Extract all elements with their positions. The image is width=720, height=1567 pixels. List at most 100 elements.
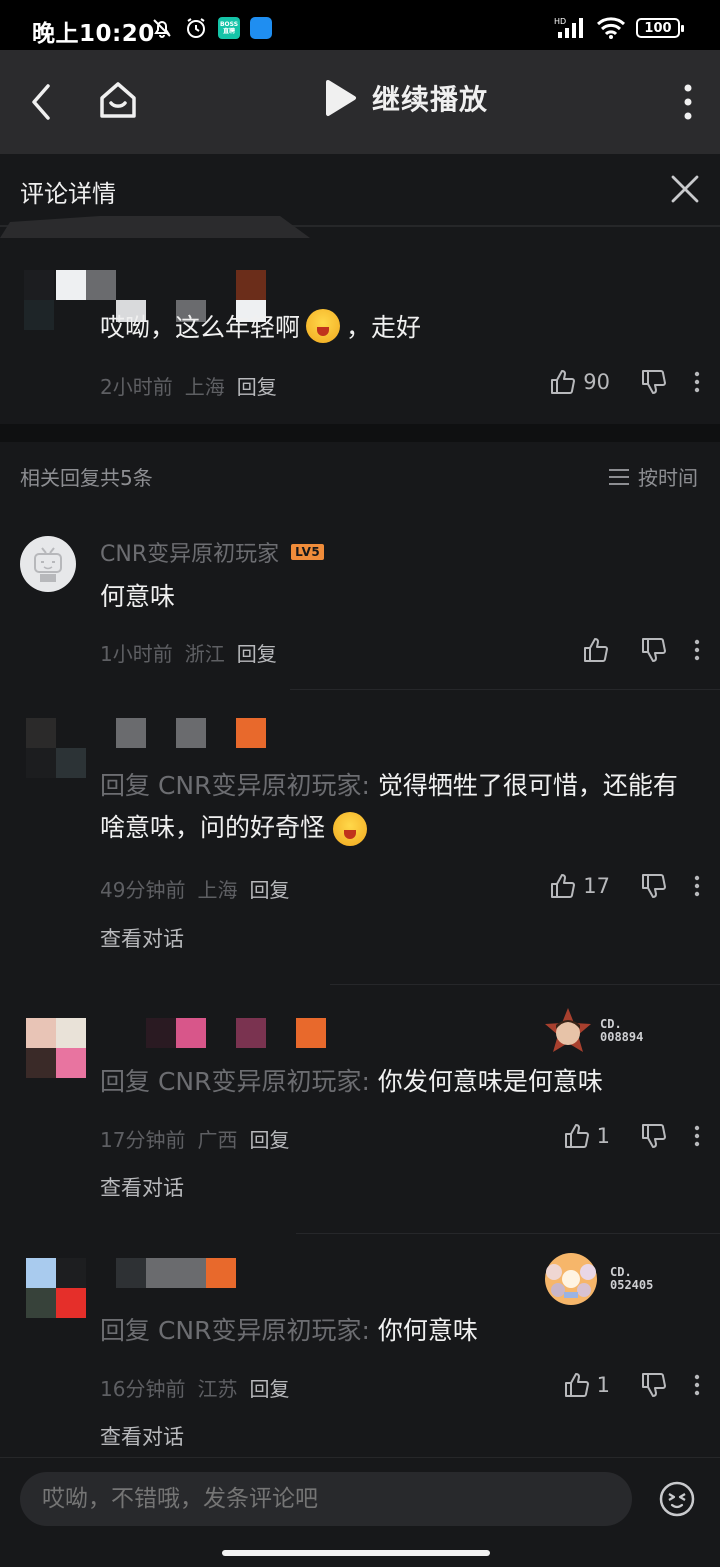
status-icons-left: BOSS 直聘 xyxy=(150,16,272,40)
thumbs-up-icon xyxy=(564,1124,589,1148)
avatar[interactable] xyxy=(20,536,76,592)
avatar-pixel[interactable] xyxy=(26,1258,56,1288)
main-comment-text: 哎呦，这么年轻啊 ，走好 xyxy=(100,308,421,344)
redacted-pixel xyxy=(236,718,266,748)
redacted-pixel xyxy=(206,1258,236,1288)
back-arrow-icon[interactable] xyxy=(22,80,62,124)
redacted-pixel xyxy=(86,270,116,300)
comment-input[interactable] xyxy=(20,1472,632,1526)
section-divider xyxy=(0,424,720,442)
main-comment-text-after: ，走好 xyxy=(346,313,422,342)
thumbs-down-icon[interactable] xyxy=(640,872,668,900)
reply-button[interactable]: 回复 xyxy=(237,371,277,400)
reply-button[interactable]: 回复 xyxy=(249,1124,289,1153)
reply-actions: 1 xyxy=(563,1371,700,1399)
view-conversation-link[interactable]: 查看对话 xyxy=(100,1172,184,1202)
avatar-pixel[interactable] xyxy=(26,1018,56,1048)
reply-text: 回复 CNR变异原初玩家: 你发何意味是何意味 xyxy=(100,1061,690,1103)
status-time: 晚上10:20 xyxy=(32,21,155,47)
status-icons-right: HD 100 xyxy=(554,16,684,40)
avatar-pixel xyxy=(24,270,54,300)
laughing-crying-emoji-icon xyxy=(332,812,367,846)
avatar-pixel[interactable] xyxy=(26,718,56,748)
like-button[interactable]: 1 xyxy=(563,1371,610,1399)
reply-meta: 49分钟前 上海 回复 xyxy=(100,874,289,903)
play-icon xyxy=(326,80,356,116)
like-button[interactable] xyxy=(582,636,610,664)
bell-muted-icon xyxy=(153,19,171,38)
thumbs-down-icon[interactable] xyxy=(640,1122,668,1150)
reply-body: 你发何意味是何意味 xyxy=(369,1067,603,1096)
reply-text: 回复 CNR变异原初玩家: 你何意味 xyxy=(100,1310,690,1352)
like-count: 90 xyxy=(583,370,610,394)
redacted-pixel xyxy=(146,1258,206,1288)
fan-badge[interactable]: CD. 052405 xyxy=(540,1248,653,1310)
view-conversation-link[interactable]: 查看对话 xyxy=(100,923,184,953)
home-indicator[interactable] xyxy=(222,1550,490,1556)
reply-button[interactable]: 回复 xyxy=(237,638,277,667)
avatar-pixel xyxy=(26,748,56,778)
reply-text: 何意味 xyxy=(100,582,176,611)
reply-prefix: 回复 CNR变异原初玩家: xyxy=(100,1316,370,1345)
panel-title: 评论详情 xyxy=(20,180,116,208)
more-vertical-icon[interactable] xyxy=(694,1125,700,1147)
thumbs-down-icon[interactable] xyxy=(640,368,668,396)
avatar-pixel xyxy=(26,1048,56,1078)
thumbs-up-icon xyxy=(551,370,576,394)
replies-header: 相关回复共5条 按时间 xyxy=(0,442,720,506)
thumbs-up-icon xyxy=(564,1373,589,1397)
comment-location: 上海 xyxy=(184,375,225,399)
thumbs-up-icon xyxy=(551,874,576,898)
reply-location: 上海 xyxy=(197,878,238,902)
more-vertical-icon[interactable] xyxy=(694,639,700,661)
reply-item: CD. 008894 回复 CNR变异原初玩家: 你发何意味是何意味 17分钟前 … xyxy=(0,985,720,1234)
continue-play-button[interactable]: 继续播放 xyxy=(322,78,488,118)
avatar-pixel xyxy=(26,1288,56,1318)
sort-label: 按时间 xyxy=(638,466,698,490)
like-button[interactable]: 90 xyxy=(549,368,610,396)
reply-button[interactable]: 回复 xyxy=(249,1373,289,1402)
more-vertical-icon[interactable] xyxy=(682,82,694,122)
redacted-pixel xyxy=(116,718,146,748)
more-vertical-icon[interactable] xyxy=(694,1374,700,1396)
redacted-pixel xyxy=(146,1018,176,1048)
avatar-pixel xyxy=(56,748,86,778)
redacted-pixel xyxy=(56,270,86,300)
reply-item: CD. 052405 回复 CNR变异原初玩家: 你何意味 16分钟前 江苏 回复… xyxy=(0,1234,720,1456)
more-vertical-icon[interactable] xyxy=(694,371,700,393)
thumbs-down-icon[interactable] xyxy=(640,1371,668,1399)
continue-play-label: 继续播放 xyxy=(372,83,489,116)
main-comment: 哎呦，这么年轻啊 ，走好 2小时前 上海 回复 90 xyxy=(0,216,720,424)
reply-time: 1小时前 xyxy=(100,642,173,666)
reply-time: 49分钟前 xyxy=(100,878,186,902)
reply-prefix: 回复 CNR变异原初玩家: xyxy=(100,1067,370,1096)
video-top-bar: 继续播放 xyxy=(0,50,720,154)
sort-by-time-button[interactable]: 按时间 xyxy=(608,462,698,491)
boss-badge-top: BOSS xyxy=(219,21,239,28)
badge-line2: 052405 xyxy=(610,1278,654,1292)
badge-line2: 008894 xyxy=(600,1030,644,1044)
reply-button[interactable]: 回复 xyxy=(249,874,289,903)
main-comment-meta: 2小时前 上海 回复 xyxy=(100,371,277,400)
view-conversation-link[interactable]: 查看对话 xyxy=(100,1421,184,1451)
avatar-pixel xyxy=(56,1288,86,1318)
signal-icon: HD xyxy=(554,17,583,38)
thumbs-down-icon[interactable] xyxy=(640,636,668,664)
reply-meta: 16分钟前 江苏 回复 xyxy=(100,1373,289,1402)
emoji-icon[interactable] xyxy=(658,1480,696,1518)
like-button[interactable]: 17 xyxy=(549,872,610,900)
battery-indicator: 100 xyxy=(636,18,684,38)
home-icon[interactable] xyxy=(96,78,140,122)
more-vertical-icon[interactable] xyxy=(694,875,700,897)
like-button[interactable]: 1 xyxy=(563,1122,610,1150)
close-icon[interactable] xyxy=(670,174,700,204)
boss-app-icon: BOSS 直聘 xyxy=(218,17,240,39)
reply-text: 回复 CNR变异原初玩家: 觉得牺牲了很可惜，还能有啥意味，问的好奇怪 xyxy=(100,765,690,849)
avatar-pixel xyxy=(56,1018,86,1048)
fan-badge[interactable]: CD. 008894 xyxy=(544,1007,643,1055)
reply-location: 浙江 xyxy=(184,642,225,666)
redacted-pixel xyxy=(236,270,266,300)
avatar-pixel xyxy=(56,1048,86,1078)
reply-username[interactable]: CNR变异原初玩家 LV5 xyxy=(100,536,325,568)
reply-prefix: 回复 CNR变异原初玩家: xyxy=(100,771,370,800)
